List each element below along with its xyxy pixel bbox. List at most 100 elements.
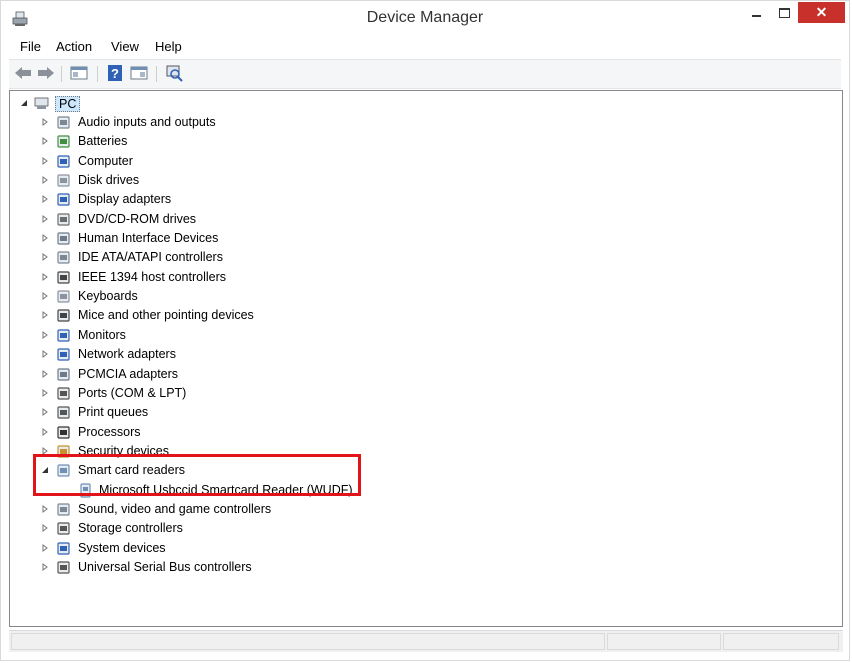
tree-category[interactable]: Disk drives: [10, 171, 390, 190]
collapse-arrow-icon[interactable]: [41, 466, 49, 474]
status-segment: [723, 633, 839, 650]
action-view-icon[interactable]: [129, 64, 149, 82]
tree-category-label: Print queues: [78, 405, 149, 419]
expand-arrow-icon[interactable]: [41, 234, 49, 242]
tree-category[interactable]: IDE ATA/ATAPI controllers: [10, 248, 390, 267]
tree-category[interactable]: Display adapters: [10, 190, 390, 209]
computer-icon: [57, 155, 70, 168]
tree-category[interactable]: PCMCIA adapters: [10, 365, 390, 384]
tree-category[interactable]: Processors: [10, 423, 390, 442]
tree-category-label: IDE ATA/ATAPI controllers: [78, 250, 223, 264]
tree-category[interactable]: Sound, video and game controllers: [10, 500, 390, 519]
help-icon[interactable]: ?: [105, 64, 125, 82]
hid-icon: [57, 232, 70, 245]
tree-category[interactable]: Ports (COM & LPT): [10, 384, 390, 403]
close-button[interactable]: ✕: [798, 2, 845, 23]
tree-category[interactable]: Storage controllers: [10, 519, 390, 538]
expand-arrow-icon[interactable]: [41, 292, 49, 300]
expand-arrow-icon[interactable]: [41, 350, 49, 358]
device-tree[interactable]: PC Audio inputs and outputs Batteries Comp…: [9, 90, 843, 627]
menu-file[interactable]: File: [20, 39, 41, 54]
expand-arrow-icon[interactable]: [41, 176, 49, 184]
expand-arrow-icon[interactable]: [41, 370, 49, 378]
expand-arrow-icon[interactable]: [41, 195, 49, 203]
tree-category[interactable]: System devices: [10, 539, 390, 558]
speaker-icon: [57, 116, 70, 129]
tree-category-label: Smart card readers: [78, 463, 185, 477]
status-segment: [11, 633, 605, 650]
tree-device[interactable]: Microsoft Usbccid Smartcard Reader (WUDF…: [10, 481, 390, 500]
expand-arrow-icon[interactable]: [41, 447, 49, 455]
expand-arrow-icon[interactable]: [41, 408, 49, 416]
ieee1394-icon: [57, 271, 70, 284]
menu-bar: File Action View Help: [9, 36, 841, 58]
tree-category[interactable]: DVD/CD-ROM drives: [10, 210, 390, 229]
tree-category[interactable]: Keyboards: [10, 287, 390, 306]
storage-icon: [57, 522, 70, 535]
tree-category[interactable]: IEEE 1394 host controllers: [10, 268, 390, 287]
toolbar-separator: [97, 66, 98, 82]
toolbar: ?: [9, 59, 841, 89]
expand-arrow-icon[interactable]: [41, 311, 49, 319]
expand-arrow-icon[interactable]: [41, 253, 49, 261]
back-icon[interactable]: [13, 64, 33, 82]
tree-category-label: Ports (COM & LPT): [78, 386, 187, 400]
expand-arrow-icon[interactable]: [41, 215, 49, 223]
tree-category[interactable]: Universal Serial Bus controllers: [10, 558, 390, 577]
pcmcia-icon: [57, 368, 70, 381]
scan-hardware-icon[interactable]: [164, 64, 184, 82]
computer-icon: [34, 97, 49, 109]
tree-category[interactable]: Monitors: [10, 326, 390, 345]
window-title: Device Manager: [366, 9, 484, 26]
system-device-icon: [57, 542, 70, 555]
tree-category[interactable]: Human Interface Devices: [10, 229, 390, 248]
minimize-button[interactable]: [743, 2, 769, 23]
forward-icon[interactable]: [36, 64, 56, 82]
tree-category-label: PCMCIA adapters: [78, 367, 179, 381]
status-segment: [607, 633, 721, 650]
tree-category-label: Mice and other pointing devices: [78, 308, 254, 322]
minimize-icon: [751, 14, 761, 17]
tree-category-label: Monitors: [78, 328, 126, 342]
tree-category[interactable]: Mice and other pointing devices: [10, 306, 390, 325]
disk-drive-icon: [57, 174, 70, 187]
tree-category[interactable]: Network adapters: [10, 345, 390, 364]
toolbar-separator: [61, 66, 62, 82]
properties-view-icon[interactable]: [69, 64, 89, 82]
monitor-icon: [57, 329, 70, 342]
menu-action[interactable]: Action: [56, 39, 92, 54]
tree-device-label: Microsoft Usbccid Smartcard Reader (WUDF…: [99, 483, 353, 497]
expand-arrow-icon[interactable]: [41, 505, 49, 513]
tree-category[interactable]: Computer: [10, 152, 390, 171]
collapse-arrow-icon[interactable]: [20, 99, 28, 107]
svg-text:?: ?: [111, 66, 119, 81]
expand-arrow-icon[interactable]: [41, 137, 49, 145]
maximize-button[interactable]: [771, 2, 797, 23]
expand-arrow-icon[interactable]: [41, 157, 49, 165]
tree-category-label: Computer: [78, 154, 133, 168]
tree-category[interactable]: Smart card readers: [10, 461, 390, 480]
expand-arrow-icon[interactable]: [41, 544, 49, 552]
expand-arrow-icon[interactable]: [41, 273, 49, 281]
expand-arrow-icon[interactable]: [41, 524, 49, 532]
tree-root-pc[interactable]: PC: [10, 94, 110, 113]
menu-view[interactable]: View: [111, 39, 139, 54]
title-bar[interactable]: Device Manager ✕: [1, 1, 849, 35]
tree-category-label: Disk drives: [78, 173, 140, 187]
tree-category[interactable]: Security devices: [10, 442, 390, 461]
expand-arrow-icon[interactable]: [41, 331, 49, 339]
tree-category[interactable]: Batteries: [10, 132, 390, 151]
maximize-icon: [778, 7, 790, 18]
port-icon: [57, 387, 70, 400]
tree-category[interactable]: Print queues: [10, 403, 390, 422]
expand-arrow-icon[interactable]: [41, 389, 49, 397]
smart-card-reader-icon: [80, 483, 91, 498]
tree-category[interactable]: Audio inputs and outputs: [10, 113, 390, 132]
menu-help[interactable]: Help: [155, 39, 182, 54]
toolbar-separator: [156, 66, 157, 82]
expand-arrow-icon[interactable]: [41, 563, 49, 571]
expand-arrow-icon[interactable]: [41, 428, 49, 436]
tree-category-label: Storage controllers: [78, 521, 183, 535]
expand-arrow-icon[interactable]: [41, 118, 49, 126]
tree-root-label: PC: [55, 96, 81, 112]
